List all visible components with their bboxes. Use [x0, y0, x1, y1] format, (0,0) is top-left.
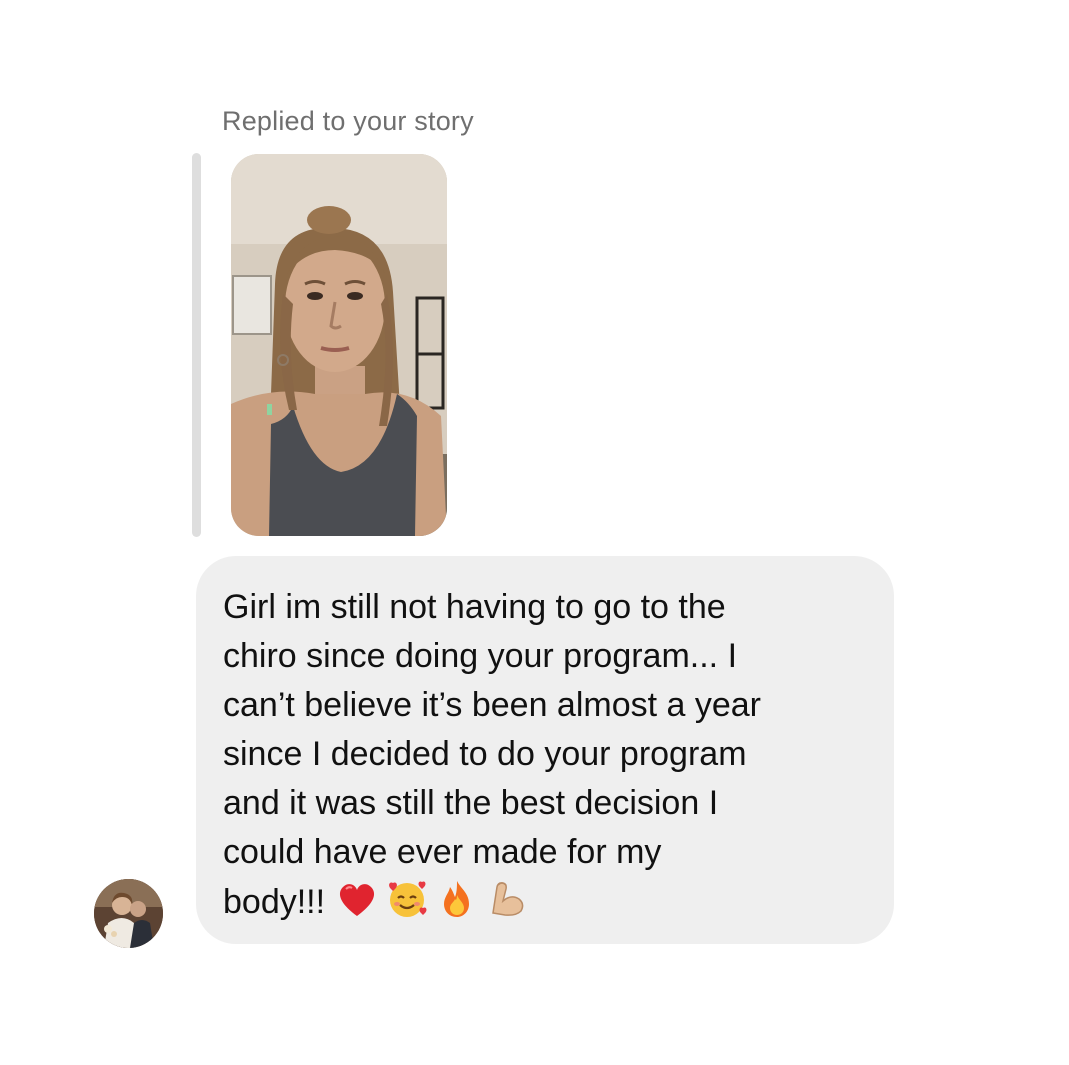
red-heart-icon	[340, 884, 375, 916]
emoji-row	[335, 877, 529, 921]
flexed-biceps-icon	[492, 882, 524, 916]
story-thumbnail[interactable]	[231, 154, 447, 536]
message-body: Girl im still not having to go to the ch…	[223, 588, 762, 921]
reply-indicator-bar	[192, 153, 201, 537]
replied-to-story-label: Replied to your story	[222, 106, 474, 136]
smiling-face-with-hearts-icon	[389, 881, 427, 917]
message-text: Girl im still not having to go to the ch…	[223, 583, 874, 927]
avatar-photo-icon	[94, 879, 163, 948]
message-bubble[interactable]: Girl im still not having to go to the ch…	[196, 556, 894, 944]
story-photo-icon	[231, 154, 447, 536]
sender-avatar[interactable]	[94, 879, 163, 948]
fire-icon	[444, 881, 470, 917]
